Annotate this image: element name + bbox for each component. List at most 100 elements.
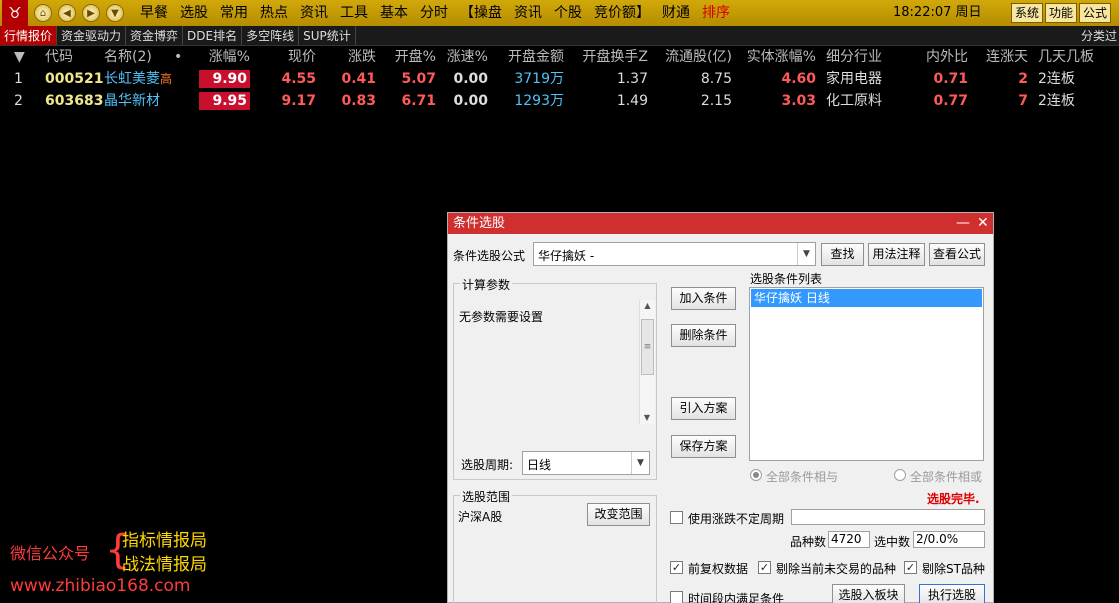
params-text: 无参数需要设置 — [459, 310, 544, 324]
uncertain-period-checkbox[interactable] — [670, 511, 683, 524]
header-price[interactable]: 现价 — [258, 46, 316, 68]
period-value: 日线 — [527, 458, 552, 472]
add-condition-button[interactable]: 加入条件 — [671, 287, 736, 310]
menu-item[interactable]: 竞价额】 — [588, 0, 656, 26]
home-icon[interactable]: ⌂ — [34, 4, 52, 22]
tab-capital-game[interactable]: 资金博弈 — [126, 26, 184, 45]
menu-item[interactable]: 早餐 — [134, 0, 174, 26]
delete-condition-button[interactable]: 删除条件 — [671, 324, 736, 347]
body-pct-cell: 3.03 — [781, 93, 816, 109]
exclude-st-checkbox[interactable]: ✓ — [904, 561, 917, 574]
header-pct[interactable]: 涨幅% — [199, 46, 250, 68]
header-boards[interactable]: 几天几板 — [1038, 46, 1106, 68]
header-name[interactable]: 名称(2) — [104, 46, 184, 68]
menu-item[interactable]: 常用 — [214, 0, 254, 26]
header-open[interactable]: 开盘% — [384, 46, 436, 68]
radio-all-and-label: 全部条件相与 — [766, 470, 839, 484]
header-turnover[interactable]: 开盘换手Z — [574, 46, 648, 68]
tab-quotes[interactable]: 行情报价 — [0, 26, 58, 45]
change-cell: 0.83 — [341, 93, 376, 109]
tab-bull-bear[interactable]: 多空阵线 — [242, 26, 300, 45]
price-cell: 4.55 — [281, 71, 316, 87]
scroll-thumb[interactable]: ≡ — [641, 319, 654, 375]
header-speed[interactable]: 涨速% — [440, 46, 488, 68]
radio-all-and[interactable] — [750, 469, 762, 481]
import-scheme-button[interactable]: 引入方案 — [671, 397, 736, 420]
up-days-cell: 7 — [1018, 93, 1028, 109]
count-label: 品种数 — [790, 535, 827, 549]
back-icon[interactable]: ◀ — [58, 4, 76, 22]
table-row[interactable]: 2 603683 晶华新材 9.95 9.17 0.83 6.71 0.00 1293万 1.49… — [0, 90, 1119, 112]
formula-select[interactable]: 华仔擒妖 - ▼ — [533, 242, 816, 266]
menu-item[interactable]: 个股 — [548, 0, 588, 26]
scroll-down-icon[interactable]: ▼ — [640, 412, 654, 424]
scroll-up-icon[interactable]: ▲ — [640, 300, 655, 312]
change-range-button[interactable]: 改变范围 — [587, 503, 650, 526]
dialog-title: 条件选股 — [453, 216, 506, 231]
float-shares-cell: 8.75 — [700, 71, 732, 87]
tab-sup-stats[interactable]: SUP统计 — [299, 26, 356, 45]
condition-item-selected[interactable]: 华仔擒妖 日线 — [751, 289, 982, 307]
app-logo-icon[interactable]: ♉ — [2, 0, 28, 26]
view-formula-button[interactable]: 查看公式 — [929, 243, 985, 266]
period-satisfy-checkbox[interactable] — [670, 591, 683, 603]
chevron-down-icon[interactable]: ▼ — [631, 452, 649, 474]
find-button[interactable]: 查找 — [821, 243, 864, 266]
params-group-title: 计算参数 — [460, 276, 513, 293]
menu-item[interactable]: 资讯 — [508, 0, 548, 26]
forward-adjust-label: 前复权数据 — [688, 562, 749, 576]
menu-item[interactable]: 排序 — [696, 0, 736, 26]
radio-all-or[interactable] — [894, 469, 906, 481]
execute-select-button[interactable]: 执行选股 — [919, 584, 985, 603]
dialog-titlebar[interactable]: 条件选股 — ✕ — [448, 213, 993, 234]
header-body[interactable]: 实体涨幅% — [740, 46, 816, 68]
sort-icon[interactable]: ▼ — [14, 46, 25, 68]
menu-item[interactable]: 分时 — [414, 0, 454, 26]
table-row[interactable]: 1 000521 长虹美菱高 9.90 4.55 0.41 5.07 0.00 3719万 1.3… — [0, 68, 1119, 90]
pct-change-cell: 9.90 — [199, 68, 250, 90]
uncertain-period-input[interactable] — [791, 509, 985, 525]
system-button[interactable]: 系统 — [1011, 3, 1044, 23]
formula-button[interactable]: 公式 — [1079, 3, 1112, 23]
menu-item[interactable]: 基本 — [374, 0, 414, 26]
app-window: ♉ ⌂ ◀ ▶ ▼ 早餐 选股 常用 热点 资讯 工具 基本 分时 【操盘 资讯 个股 竞价额】 财通排… — [0, 0, 1119, 603]
period-satisfy-label: 时间段内满足条件 — [688, 592, 785, 603]
formula-label: 条件选股公式 — [453, 249, 526, 263]
header-industry[interactable]: 细分行业 — [826, 46, 906, 68]
period-select[interactable]: 日线 ▼ — [522, 451, 650, 475]
chevron-down-icon[interactable]: ▼ — [797, 243, 815, 265]
minimize-icon[interactable]: — — [956, 213, 970, 233]
function-button[interactable]: 功能 — [1045, 3, 1078, 23]
tab-capital-drive[interactable]: 资金驱动力 — [57, 26, 127, 45]
dropdown-icon[interactable]: ▼ — [106, 4, 124, 22]
radio-all-or-label: 全部条件相或 — [910, 470, 983, 484]
tab-category-filter[interactable]: 分类过 — [1081, 26, 1119, 46]
header-amount[interactable]: 开盘金额 — [496, 46, 564, 68]
header-chg[interactable]: 涨跌 — [322, 46, 376, 68]
boards-cell: 2连板 — [1038, 71, 1075, 87]
save-scheme-button[interactable]: 保存方案 — [671, 435, 736, 458]
header-float[interactable]: 流通股(亿) — [660, 46, 732, 68]
header-code[interactable]: 代码 — [45, 46, 95, 68]
menu-item[interactable]: 【操盘 — [454, 0, 508, 26]
range-value: 沪深A股 — [458, 510, 503, 524]
row-index-cell: 2 — [14, 93, 23, 109]
speed-pct-cell: 0.00 — [453, 93, 488, 109]
condition-list[interactable]: 华仔擒妖 日线 — [749, 287, 984, 461]
params-group: 计算参数 无参数需要设置 ▲ ≡ ▼ 选股周期: 日线 ▼ — [453, 276, 657, 480]
exclude-nontrade-checkbox[interactable]: ✓ — [758, 561, 771, 574]
params-scrollbar[interactable]: ▲ ≡ ▼ — [639, 300, 655, 424]
select-to-block-button[interactable]: 选股入板块 — [832, 584, 905, 603]
header-up-days[interactable]: 连涨天 — [978, 46, 1028, 68]
menu-item[interactable]: 工具 — [334, 0, 374, 26]
forward-adjust-checkbox[interactable]: ✓ — [670, 561, 683, 574]
menu-item[interactable]: 财通 — [656, 0, 696, 26]
close-icon[interactable]: ✕ — [977, 213, 989, 233]
usage-notes-button[interactable]: 用法注释 — [868, 243, 925, 266]
tab-dde-rank[interactable]: DDE排名 — [183, 26, 243, 45]
header-io-ratio[interactable]: 内外比 — [918, 46, 968, 68]
menu-item[interactable]: 热点 — [254, 0, 294, 26]
menu-item[interactable]: 资讯 — [294, 0, 334, 26]
menu-item[interactable]: 选股 — [174, 0, 214, 26]
forward-icon[interactable]: ▶ — [82, 4, 100, 22]
